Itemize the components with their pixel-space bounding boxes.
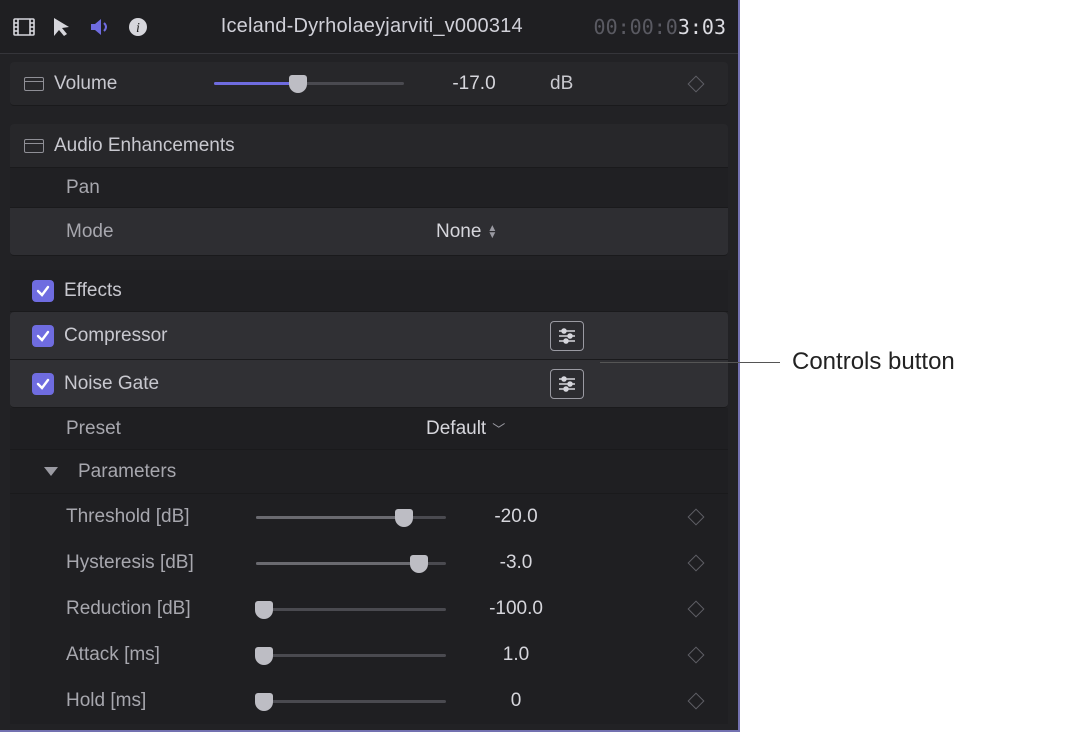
- volume-value[interactable]: -17.0: [414, 73, 534, 95]
- audio-enhancements-label: Audio Enhancements: [54, 135, 235, 157]
- param-label: Attack [ms]: [66, 644, 246, 666]
- param-label: Hold [ms]: [66, 690, 246, 712]
- param-label: Hysteresis [dB]: [66, 552, 246, 574]
- param-row: Hysteresis [dB] -3.0: [10, 540, 728, 586]
- param-keyframe[interactable]: [678, 603, 714, 615]
- compressor-controls-button[interactable]: [550, 321, 584, 351]
- parameters-row[interactable]: Parameters: [10, 450, 728, 494]
- param-slider[interactable]: [256, 553, 446, 573]
- param-value[interactable]: -100.0: [456, 598, 576, 620]
- section-icon: [24, 77, 44, 91]
- effects-row: Effects: [10, 270, 728, 312]
- cursor-tab-icon[interactable]: [50, 16, 74, 38]
- inspector-header: i Iceland-Dyrholaeyjarviti_v000314 00:00…: [0, 0, 738, 54]
- video-tab-icon[interactable]: [12, 16, 36, 38]
- preset-label: Preset: [66, 418, 416, 440]
- parameters-label: Parameters: [78, 461, 176, 483]
- noise-gate-checkbox[interactable]: [32, 373, 54, 395]
- param-row: Threshold [dB] -20.0: [10, 494, 728, 540]
- param-row: Attack [ms] 1.0: [10, 632, 728, 678]
- param-keyframe[interactable]: [678, 649, 714, 661]
- annotation-callout: Controls button: [600, 348, 955, 376]
- pan-row[interactable]: Pan: [10, 168, 728, 208]
- mode-row: Mode None ▲▼: [10, 208, 728, 256]
- param-label: Reduction [dB]: [66, 598, 246, 620]
- compressor-label: Compressor: [64, 325, 167, 347]
- param-value[interactable]: 0: [456, 690, 576, 712]
- volume-unit: dB: [550, 73, 573, 95]
- param-row: Hold [ms] 0: [10, 678, 728, 724]
- param-value[interactable]: 1.0: [456, 644, 576, 666]
- param-keyframe[interactable]: [678, 695, 714, 707]
- annotation-label: Controls button: [792, 348, 955, 376]
- clip-duration: 00:00:03:03: [594, 15, 726, 39]
- volume-row: Volume -17.0 dB: [10, 62, 728, 106]
- svg-text:i: i: [136, 21, 140, 36]
- effects-label: Effects: [64, 280, 122, 302]
- clip-title: Iceland-Dyrholaeyjarviti_v000314: [150, 15, 594, 38]
- preset-row: Preset Default﹀: [10, 408, 728, 450]
- noise-gate-controls-button[interactable]: [550, 369, 584, 399]
- param-row: Reduction [dB] -100.0: [10, 586, 728, 632]
- info-tab-icon[interactable]: i: [126, 16, 150, 38]
- param-slider[interactable]: [256, 507, 446, 527]
- param-slider[interactable]: [256, 691, 446, 711]
- volume-slider[interactable]: [214, 74, 404, 94]
- mode-select[interactable]: None ▲▼: [436, 221, 497, 243]
- volume-keyframe[interactable]: [678, 78, 714, 90]
- param-value[interactable]: -3.0: [456, 552, 576, 574]
- audio-tab-icon[interactable]: [88, 16, 112, 38]
- mode-label: Mode: [66, 221, 426, 243]
- effects-checkbox[interactable]: [32, 280, 54, 302]
- section-icon: [24, 139, 44, 153]
- preset-select[interactable]: Default﹀: [426, 418, 505, 440]
- disclosure-triangle-icon[interactable]: [44, 467, 58, 476]
- volume-label: Volume: [54, 73, 204, 95]
- param-slider[interactable]: [256, 645, 446, 665]
- noise-gate-label: Noise Gate: [64, 373, 159, 395]
- compressor-checkbox[interactable]: [32, 325, 54, 347]
- param-keyframe[interactable]: [678, 557, 714, 569]
- param-keyframe[interactable]: [678, 511, 714, 523]
- audio-enhancements-row[interactable]: Audio Enhancements: [10, 124, 728, 168]
- pan-label: Pan: [66, 177, 100, 199]
- param-value[interactable]: -20.0: [456, 506, 576, 528]
- param-slider[interactable]: [256, 599, 446, 619]
- param-label: Threshold [dB]: [66, 506, 246, 528]
